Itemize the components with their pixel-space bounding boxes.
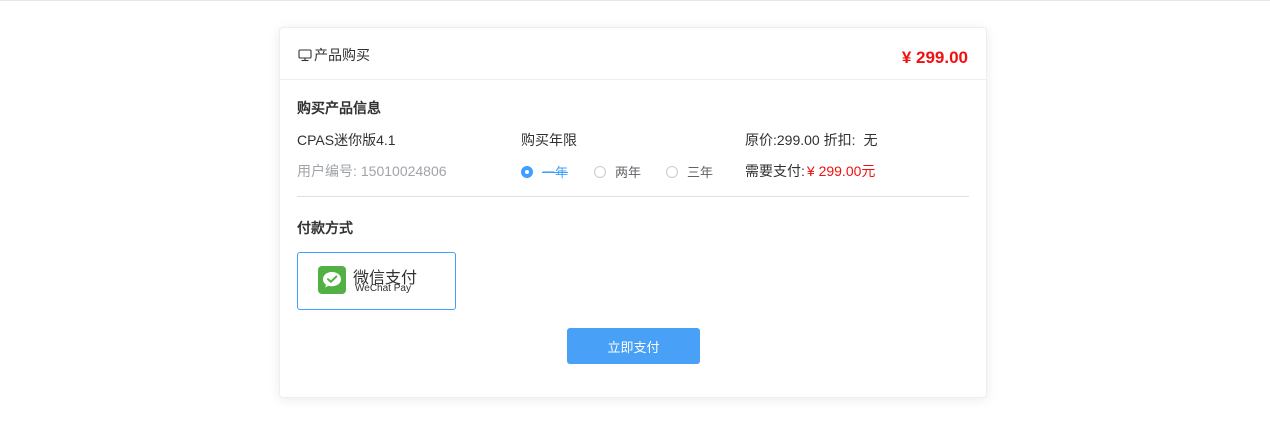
amount-due-value: ¥ 299.00元 bbox=[806, 163, 876, 179]
page-title: 产品购买 bbox=[298, 45, 370, 65]
user-id: 用户编号: 15010024806 bbox=[297, 161, 447, 181]
wechat-pay-icon bbox=[318, 266, 346, 294]
duration-radio-label: 一年 bbox=[542, 165, 569, 180]
original-price: 原价:299.00 折扣: 无 bbox=[745, 130, 878, 150]
discount-value: 无 bbox=[863, 132, 878, 148]
user-id-label: 用户编号: bbox=[297, 163, 357, 179]
duration-radio-label: 两年 bbox=[615, 165, 642, 180]
total-price: ¥ 299.00 bbox=[901, 48, 968, 67]
radio-dot[interactable] bbox=[594, 165, 606, 178]
duration-radio-label: 三年 bbox=[687, 165, 714, 180]
radio-dot[interactable] bbox=[666, 165, 678, 178]
original-price-label: 原价:299.00 折扣: bbox=[745, 132, 856, 148]
wechat-pay-option[interactable]: 微信支付 WeChat Pay bbox=[297, 252, 456, 310]
duration-label: 购买年限 bbox=[521, 132, 577, 148]
amount-due-label: 需要支付: bbox=[745, 163, 805, 179]
duration-radio-3-years[interactable]: 三年 bbox=[666, 162, 713, 181]
duration-radio-2-years[interactable]: 两年 bbox=[594, 162, 641, 181]
amount-due: 需要支付: ¥ 299.00元 bbox=[745, 161, 875, 181]
pay-now-button[interactable]: 立即支付 bbox=[567, 328, 700, 364]
duration-radio-1-year[interactable]: 一年 bbox=[521, 162, 568, 181]
radio-dot[interactable] bbox=[521, 165, 533, 178]
product-info-title: 购买产品信息 bbox=[297, 100, 381, 116]
payment-method-subtitle: WeChat Pay bbox=[355, 283, 411, 294]
top-divider bbox=[0, 0, 1270, 1]
product-name: CPAS迷你版4.1 bbox=[297, 132, 396, 148]
user-id-value: 15010024806 bbox=[360, 163, 447, 179]
section-divider bbox=[297, 196, 969, 197]
payment-method-title: 付款方式 bbox=[297, 220, 353, 236]
page-title-text: 产品购买 bbox=[314, 47, 370, 63]
card-header: 产品购买 ¥ 299.00 bbox=[280, 28, 986, 80]
monitor-icon bbox=[298, 48, 314, 62]
purchase-card: 产品购买 ¥ 299.00 购买产品信息 CPAS迷你版4.1 用户编号: 150… bbox=[279, 27, 987, 398]
